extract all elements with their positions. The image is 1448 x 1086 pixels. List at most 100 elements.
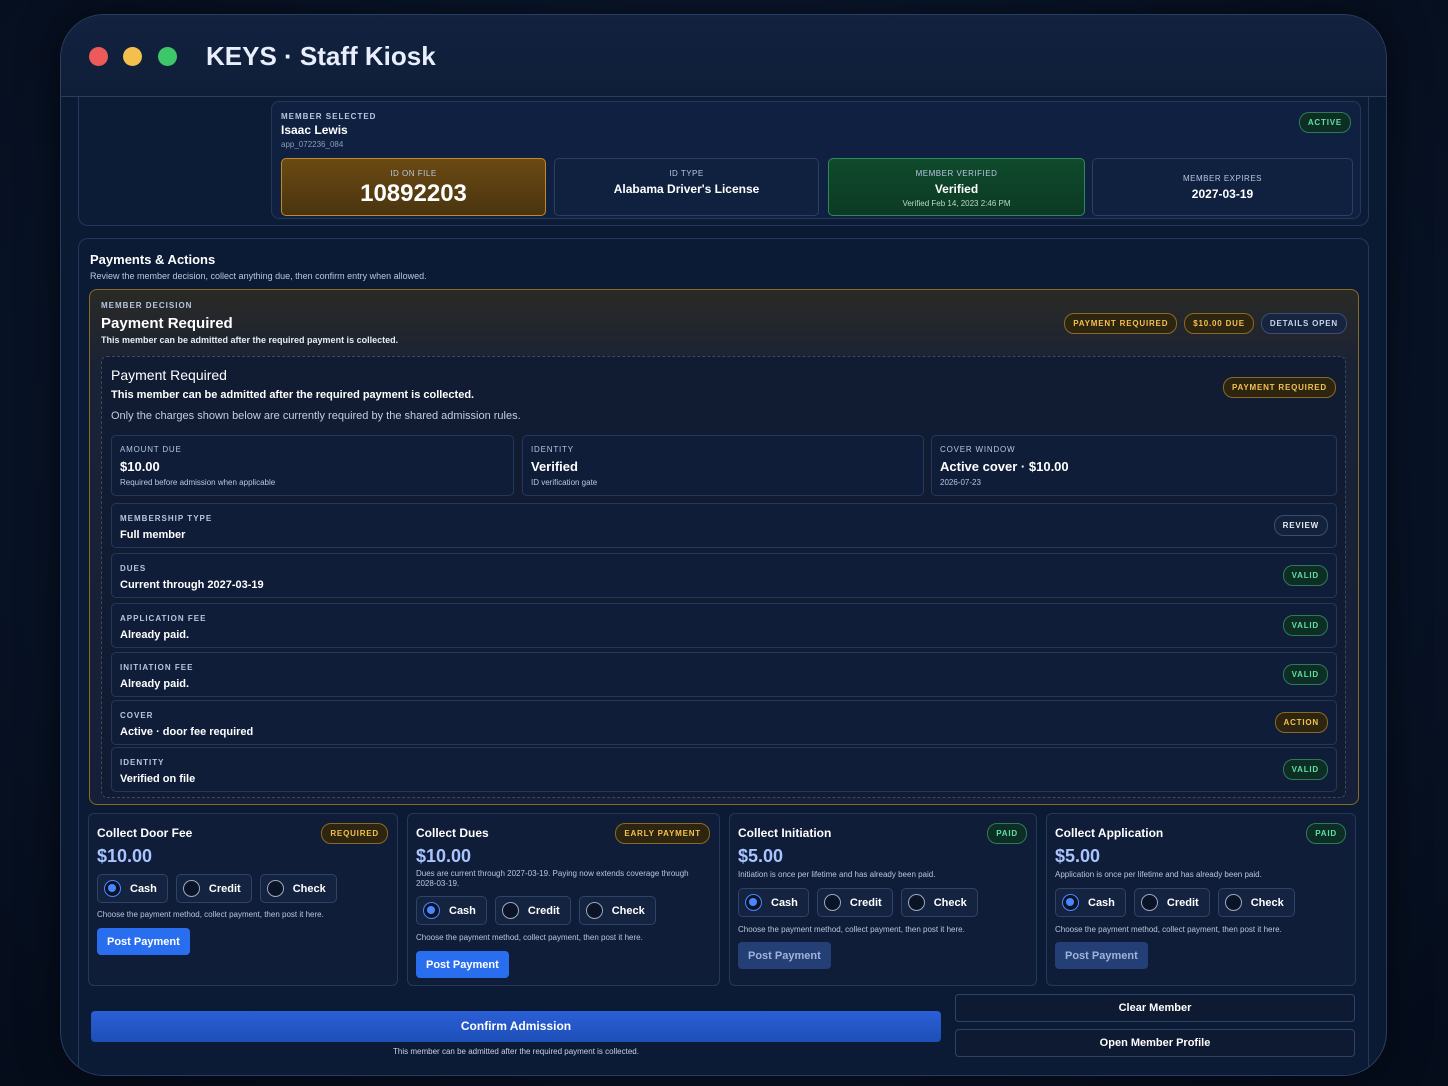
- radio-selected-icon: [745, 894, 762, 911]
- payment-method-credit[interactable]: Credit: [494, 896, 571, 925]
- radio-icon: [1224, 894, 1242, 911]
- title-bar: KEYS · Staff Kiosk: [61, 15, 1386, 97]
- post-payment-button[interactable]: Post Payment: [97, 928, 190, 955]
- method-label: Credit: [849, 896, 882, 909]
- method-label: Check: [611, 904, 645, 917]
- decision-badges: PAYMENT REQUIRED $10.00 DUE DETAILS OPEN: [1064, 313, 1347, 334]
- rule-value: Verified on file: [120, 773, 196, 785]
- payment-method-group: Cash Credit Check: [97, 874, 337, 903]
- confirm-admission-button[interactable]: Confirm Admission: [91, 1011, 941, 1042]
- collect-amount: $10.00: [416, 846, 472, 866]
- payments-panel: Payments & Actions Review the member dec…: [78, 238, 1369, 1075]
- rule-value: Full member: [120, 529, 186, 541]
- payment-method-cash[interactable]: Cash: [97, 874, 168, 903]
- collect-status-badge: PAID: [987, 823, 1027, 844]
- rule-status-badge: ACTION: [1274, 712, 1328, 733]
- rule-row-initiation-fee: INITIATION FEE Already paid. VALID: [111, 652, 1337, 697]
- details-title: Payment Required: [111, 367, 227, 383]
- rule-label: MEMBERSHIP TYPE: [120, 514, 213, 523]
- id-type-value: Alabama Driver's License: [613, 182, 760, 196]
- payment-method-credit[interactable]: Credit: [1133, 888, 1210, 917]
- rule-label: IDENTITY: [120, 758, 165, 767]
- payment-method-check[interactable]: Check: [900, 888, 978, 917]
- rule-row-dues: DUES Current through 2027-03-19 VALID: [111, 553, 1337, 598]
- id-on-file-tile: ID ON FILE 10892203: [281, 158, 546, 216]
- member-verified-timestamp: Verified Feb 14, 2023 2:46 PM: [902, 199, 1011, 208]
- stat-value: Active cover · $10.00: [940, 459, 1069, 474]
- stat-value: $10.00: [120, 459, 160, 474]
- details-open-toggle[interactable]: DETAILS OPEN: [1260, 313, 1347, 334]
- identity-stat: IDENTITY Verified ID verification gate: [522, 435, 924, 496]
- confirm-note: This member can be admitted after the re…: [393, 1047, 639, 1056]
- collect-status-badge: EARLY PAYMENT: [615, 823, 710, 844]
- radio-icon: [823, 894, 841, 911]
- payments-subtitle: Review the member decision, collect anyt…: [90, 271, 427, 281]
- member-expires-tile: MEMBER EXPIRES 2027-03-19: [1092, 158, 1353, 216]
- payment-method-credit[interactable]: Credit: [816, 888, 893, 917]
- app-title: KEYS · Staff Kiosk: [206, 41, 436, 71]
- rule-row-application-fee: APPLICATION FEE Already paid. VALID: [111, 603, 1337, 648]
- details-subtitle: This member can be admitted after the re…: [111, 389, 475, 401]
- method-label: Credit: [208, 882, 241, 895]
- member-expires-label: MEMBER EXPIRES: [1182, 174, 1262, 183]
- radio-selected-icon: [1062, 894, 1079, 911]
- rule-row-identity: IDENTITY Verified on file VALID: [111, 747, 1337, 792]
- method-label: Check: [292, 882, 326, 895]
- rule-status-badge: VALID: [1282, 565, 1328, 586]
- stat-value: Verified: [531, 459, 578, 474]
- close-window-button[interactable]: [89, 47, 108, 66]
- kiosk-window: KEYS · Staff Kiosk MEMBER SELECTED Isaac…: [60, 14, 1387, 1076]
- rule-status-badge: VALID: [1282, 664, 1328, 685]
- member-card: MEMBER SELECTED Isaac Lewis app_072236_0…: [78, 97, 1369, 226]
- member-selected-label: MEMBER SELECTED: [281, 112, 377, 121]
- collect-note: Dues are current through 2027-03-19. Pay…: [416, 869, 689, 888]
- rule-value: Already paid.: [120, 629, 190, 641]
- payments-title: Payments & Actions: [90, 252, 216, 267]
- id-type-tile: ID TYPE Alabama Driver's License: [554, 158, 819, 216]
- clear-member-button[interactable]: Clear Member: [955, 994, 1355, 1022]
- member-verified-value: Verified: [934, 182, 979, 196]
- member-verified-tile: MEMBER VERIFIED Verified Verified Feb 14…: [828, 158, 1085, 216]
- rule-label: APPLICATION FEE: [120, 614, 207, 623]
- method-label: Check: [1250, 896, 1284, 909]
- rule-value: Active · door fee required: [120, 726, 254, 738]
- payment-method-cash[interactable]: Cash: [738, 888, 809, 917]
- collect-hint: Choose the payment method, collect payme…: [97, 910, 324, 919]
- cover-window-stat: COVER WINDOW Active cover · $10.00 2026-…: [931, 435, 1337, 496]
- post-payment-button[interactable]: Post Payment: [416, 951, 509, 978]
- collect-hint: Choose the payment method, collect payme…: [738, 925, 965, 934]
- payment-method-check[interactable]: Check: [1217, 888, 1295, 917]
- maximize-window-button[interactable]: [158, 47, 177, 66]
- rule-status-badge: VALID: [1282, 759, 1328, 780]
- stat-sub: ID verification gate: [531, 478, 598, 487]
- member-summary: MEMBER SELECTED Isaac Lewis app_072236_0…: [271, 101, 1361, 219]
- payment-method-cash[interactable]: Cash: [1055, 888, 1126, 917]
- id-on-file-value: 10892203: [360, 180, 467, 207]
- method-label: Cash: [449, 904, 476, 917]
- payment-method-credit[interactable]: Credit: [175, 874, 252, 903]
- rule-status-badge: VALID: [1282, 615, 1328, 636]
- post-payment-button[interactable]: Post Payment: [738, 942, 831, 969]
- post-payment-button[interactable]: Post Payment: [1055, 942, 1148, 969]
- collect-title: Collect Application: [1055, 826, 1164, 840]
- rule-label: DUES: [120, 564, 147, 573]
- open-member-profile-button[interactable]: Open Member Profile: [955, 1029, 1355, 1057]
- payment-method-check[interactable]: Check: [578, 896, 656, 925]
- id-type-label: ID TYPE: [669, 169, 704, 178]
- details-status-badge: PAYMENT REQUIRED: [1222, 377, 1336, 398]
- collect-application-card: Collect Application PAID $5.00 Applicati…: [1046, 813, 1356, 986]
- minimize-window-button[interactable]: [123, 47, 142, 66]
- member-verified-label: MEMBER VERIFIED: [915, 169, 998, 178]
- radio-icon: [501, 902, 519, 919]
- collect-dues-card: Collect Dues EARLY PAYMENT $10.00 Dues a…: [407, 813, 720, 986]
- radio-selected-icon: [104, 880, 121, 897]
- method-label: Cash: [130, 882, 157, 895]
- collect-title: Collect Door Fee: [97, 826, 193, 840]
- stat-sub: 2026-07-23: [940, 478, 981, 487]
- member-name: Isaac Lewis: [281, 123, 348, 137]
- collect-initiation-card: Collect Initiation PAID $5.00 Initiation…: [729, 813, 1037, 986]
- payment-method-cash[interactable]: Cash: [416, 896, 487, 925]
- rule-value: Current through 2027-03-19: [120, 579, 264, 591]
- payment-method-check[interactable]: Check: [259, 874, 337, 903]
- member-expires-value: 2027-03-19: [1191, 187, 1254, 201]
